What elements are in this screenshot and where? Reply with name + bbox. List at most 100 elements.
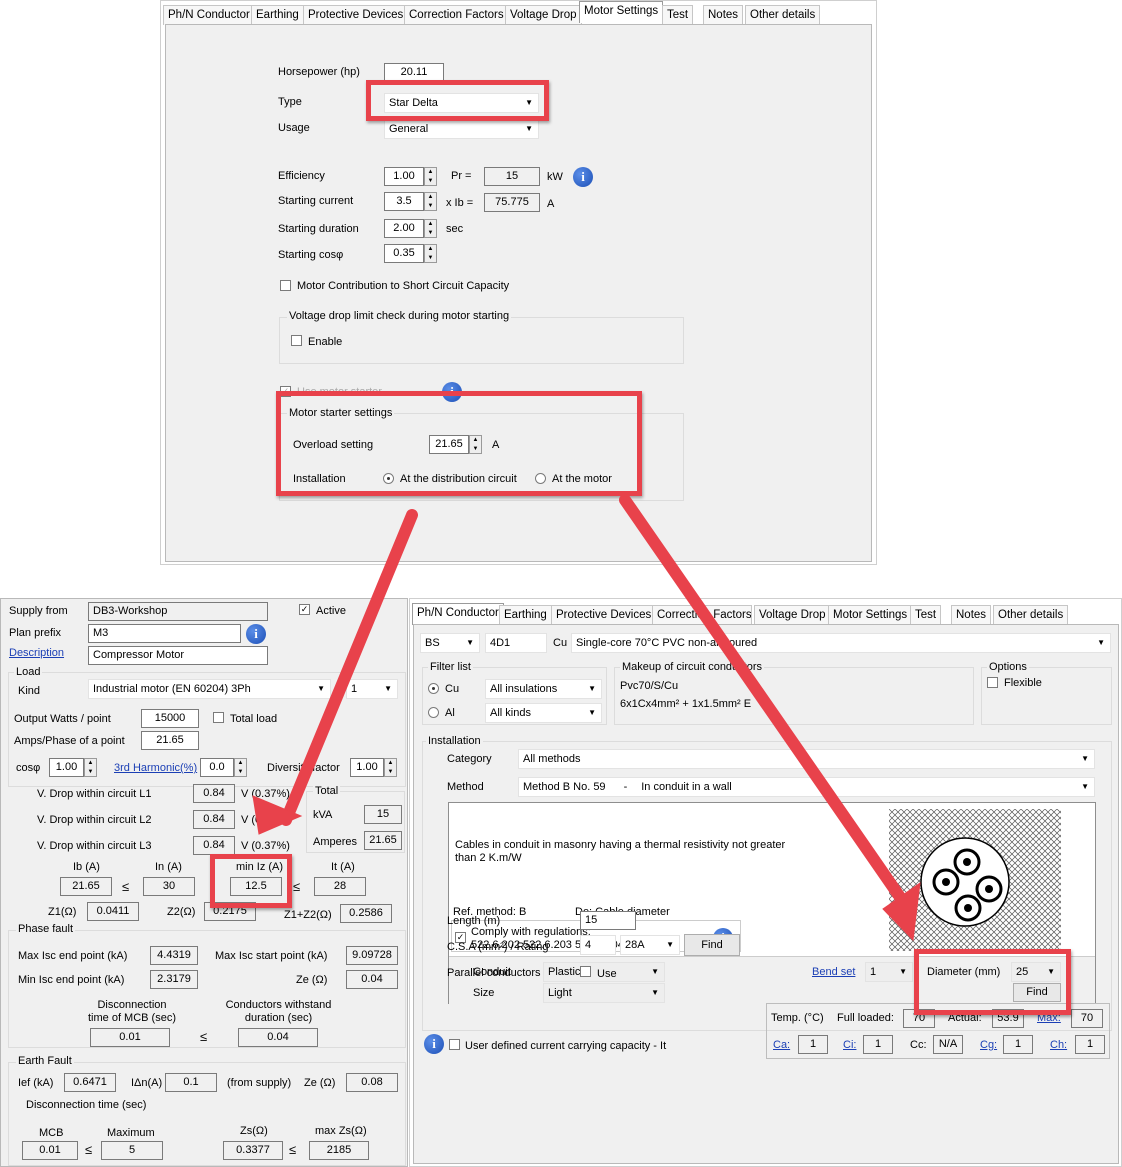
vdrop-l1-value: 0.84	[193, 784, 235, 803]
total-load-checkbox[interactable]	[213, 712, 224, 723]
tab-test[interactable]: Test	[662, 5, 694, 25]
csa-select[interactable]: 4	[580, 935, 616, 955]
total-load-label: Total load	[230, 713, 278, 725]
it-value: 28	[314, 877, 366, 896]
material-label: Cu	[553, 637, 568, 649]
zs-label: Zs(Ω)	[240, 1125, 268, 1137]
tab-notes[interactable]: Notes	[703, 5, 744, 25]
info-icon[interactable]: i	[246, 624, 266, 644]
cc-label: Cc:	[910, 1039, 927, 1051]
cos-input[interactable]: 1.00	[49, 758, 84, 777]
method-label: Method	[447, 781, 484, 793]
usage-select[interactable]: General ▼	[384, 119, 539, 139]
tab-earthing[interactable]: Earthing	[251, 5, 304, 25]
output-watts-input[interactable]: 15000	[141, 709, 199, 728]
amps-input[interactable]: 21.65	[141, 731, 199, 750]
ci-link[interactable]: Ci:	[843, 1039, 856, 1051]
harmonic-link[interactable]: 3rd Harmonic(%)	[114, 762, 197, 774]
rating-select[interactable]: 28A ▼	[620, 935, 680, 955]
ch-link[interactable]: Ch:	[1050, 1039, 1067, 1051]
insulations-select[interactable]: All insulations ▼	[485, 679, 602, 699]
description-input[interactable]: Compressor Motor	[88, 646, 268, 665]
starting-duration-input[interactable]: 2.00	[384, 219, 424, 238]
cable-dot	[963, 858, 971, 866]
motor-contribution-checkbox[interactable]	[280, 280, 291, 291]
user-defined-checkbox[interactable]	[449, 1039, 460, 1050]
cable-select[interactable]: Single-core 70°C PVC non-armoured ▼	[571, 633, 1111, 653]
length-input[interactable]: 15	[580, 911, 636, 930]
tab-other-details[interactable]: Other details	[993, 605, 1069, 625]
find-csa-button[interactable]: Find	[684, 934, 740, 956]
starting-cos-input[interactable]: 0.35	[384, 244, 424, 263]
tab-voltage-drop[interactable]: Voltage Drop	[505, 5, 582, 25]
tab-motor-settings[interactable]: Motor Settings	[579, 1, 664, 23]
bend-set-link[interactable]: Bend set	[812, 966, 855, 978]
standard-select[interactable]: BS ▼	[420, 633, 480, 653]
tab-notes[interactable]: Notes	[951, 605, 992, 625]
info-icon[interactable]: i	[573, 167, 593, 187]
tab-voltage-drop[interactable]: Voltage Drop	[754, 605, 831, 625]
kind-select[interactable]: Industrial motor (EN 60204) 3Ph ▼	[88, 679, 331, 699]
info-icon[interactable]: i	[424, 1034, 444, 1054]
le-1: ≤	[122, 879, 130, 894]
tab-protective-devices[interactable]: Protective Devices	[303, 5, 409, 25]
cos-spinner[interactable]: ▲ ▼	[84, 758, 97, 777]
active-checkbox[interactable]: ✓	[299, 604, 310, 615]
al-radio[interactable]	[428, 707, 439, 718]
parallel-use-checkbox[interactable]	[580, 966, 591, 977]
enable-checkbox[interactable]	[291, 335, 302, 346]
tab-correction-factors[interactable]: Correction Factors	[404, 5, 509, 25]
tab-test[interactable]: Test	[910, 605, 942, 625]
starting-duration-spinner[interactable]: ▲ ▼	[424, 219, 437, 238]
efficiency-input[interactable]: 1.00	[384, 167, 424, 186]
kinds-select[interactable]: All kinds ▼	[485, 703, 602, 723]
temp-label: Temp. (°C)	[771, 1012, 824, 1024]
starting-duration-label: Starting duration	[278, 223, 359, 235]
chevron-down-icon: ▼	[651, 988, 659, 997]
efficiency-spinner[interactable]: ▲ ▼	[424, 167, 437, 186]
starting-current-input[interactable]: 3.5	[384, 192, 424, 211]
size-select[interactable]: Light ▼	[543, 983, 665, 1003]
max-isc-start-value: 9.09728	[346, 946, 398, 965]
z12-value: 0.2586	[340, 904, 392, 923]
disconnection-label: Disconnection time of MCB (sec)	[87, 999, 176, 1024]
flexible-checkbox[interactable]	[987, 677, 998, 688]
tab-ph-n-conductor[interactable]: Ph/N Conductor	[412, 603, 504, 625]
diversity-input[interactable]: 1.00	[350, 758, 384, 777]
tab-earthing[interactable]: Earthing	[499, 605, 552, 625]
harmonic-spinner[interactable]: ▲ ▼	[234, 758, 247, 777]
starting-cos-spinner[interactable]: ▲ ▼	[424, 244, 437, 263]
tab-motor-settings[interactable]: Motor Settings	[828, 605, 913, 625]
it-label: It (A)	[331, 861, 355, 873]
maximum-value: 5	[101, 1141, 163, 1160]
description-link[interactable]: Description	[9, 647, 64, 659]
phase-fault-title: Phase fault	[16, 923, 76, 935]
tab-correction-factors[interactable]: Correction Factors	[652, 605, 752, 625]
code-select[interactable]: 4D1	[485, 633, 547, 653]
tab-other-details[interactable]: Other details	[745, 5, 821, 25]
cg-link[interactable]: Cg:	[980, 1039, 997, 1051]
tab-ph-n-conductor[interactable]: Ph/N Conductor	[163, 5, 255, 25]
withstand-value: 0.04	[238, 1028, 318, 1047]
diversity-spinner[interactable]: ▲ ▼	[384, 758, 397, 777]
plan-prefix-input[interactable]: M3	[88, 624, 241, 643]
pr-value: 15	[484, 167, 540, 186]
makeup-title: Makeup of circuit conductors	[620, 661, 765, 673]
maximum-label: Maximum	[107, 1127, 155, 1139]
le-2: ≤	[293, 879, 301, 894]
method-select[interactable]: Method B No. 59 - In conduit in a wall ▼	[518, 777, 1095, 797]
in-value: 30	[143, 877, 195, 896]
category-select[interactable]: All methods ▼	[518, 749, 1095, 769]
bend-select[interactable]: 1 ▼	[865, 962, 913, 982]
harmonic-input[interactable]: 0.0	[200, 758, 234, 777]
ze2-label: Ze (Ω)	[304, 1077, 336, 1089]
ca-link[interactable]: Ca:	[773, 1039, 790, 1051]
starting-current-spinner[interactable]: ▲ ▼	[424, 192, 437, 211]
makeup-group	[614, 667, 974, 725]
min-isc-end-value: 2.3179	[150, 970, 198, 989]
tab-protective-devices[interactable]: Protective Devices	[551, 605, 657, 625]
ze-value: 0.04	[346, 970, 398, 989]
kind-count-select[interactable]: 1 ▼	[346, 679, 398, 699]
cu-radio[interactable]	[428, 683, 439, 694]
chevron-down-icon: ▼	[384, 684, 392, 693]
